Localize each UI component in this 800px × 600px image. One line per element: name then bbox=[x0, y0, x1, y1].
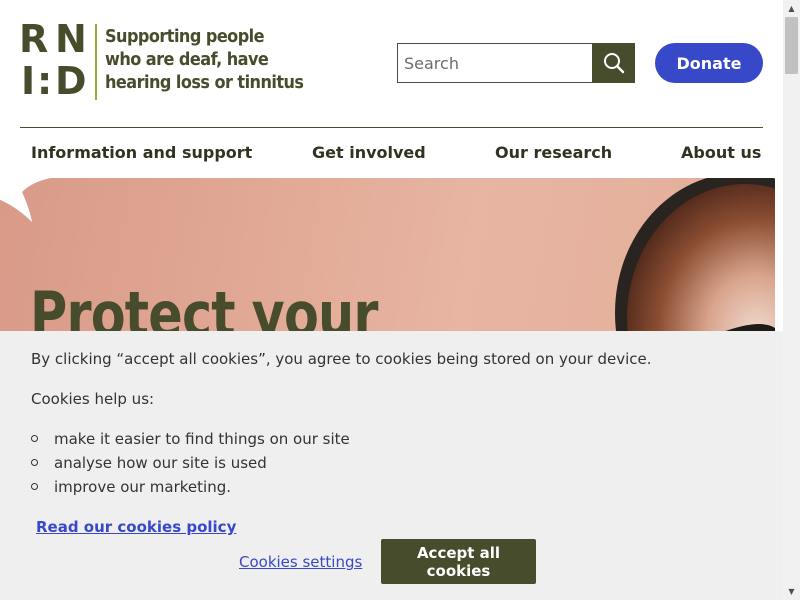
list-item: improve our marketing. bbox=[31, 477, 350, 501]
search-icon bbox=[603, 53, 624, 74]
tagline-line: who are deaf, have bbox=[105, 50, 269, 70]
bullet-icon bbox=[31, 483, 38, 490]
logo-mark: R N I : D bbox=[19, 20, 93, 104]
hero-banner: Protect your bbox=[0, 178, 775, 338]
logo-tagline: Supporting people who are deaf, have hea… bbox=[105, 26, 304, 95]
cookies-settings-link[interactable]: Cookies settings bbox=[239, 553, 362, 571]
list-item-text: make it easier to find things on our sit… bbox=[54, 430, 350, 448]
logo-letter-i: I bbox=[21, 59, 36, 103]
cookies-policy-link[interactable]: Read our cookies policy bbox=[36, 518, 236, 536]
list-item: analyse how our site is used bbox=[31, 453, 350, 477]
list-item-text: improve our marketing. bbox=[54, 478, 232, 496]
page: R N I : D Supporting people who are deaf… bbox=[0, 0, 800, 600]
nav-item-about-us[interactable]: About us bbox=[681, 140, 761, 166]
donate-button[interactable]: Donate bbox=[655, 43, 763, 83]
nav-item-get-involved[interactable]: Get involved bbox=[312, 140, 426, 166]
logo-colon: : bbox=[37, 59, 53, 103]
search-button[interactable] bbox=[592, 43, 635, 83]
search-form bbox=[397, 43, 635, 83]
hero-title: Protect your bbox=[30, 278, 378, 339]
cookie-purpose-list: make it easier to find things on our sit… bbox=[31, 429, 350, 501]
scrollbar-thumb[interactable] bbox=[785, 17, 798, 74]
list-item: make it easier to find things on our sit… bbox=[31, 429, 350, 453]
logo-letter-d: D bbox=[55, 59, 87, 103]
scroll-up-arrow-icon[interactable]: ▲ bbox=[783, 0, 800, 17]
logo-divider bbox=[95, 24, 97, 100]
rnid-logo[interactable]: R N I : D Supporting people who are deaf… bbox=[19, 20, 304, 104]
search-input[interactable] bbox=[397, 43, 593, 83]
logo-letter-r: R bbox=[19, 17, 49, 61]
main-nav: Information and support Get involved Our… bbox=[20, 140, 763, 168]
tagline-line: hearing loss or tinnitus bbox=[105, 73, 304, 93]
cookie-help-heading: Cookies help us: bbox=[31, 390, 155, 408]
list-item-text: analyse how our site is used bbox=[54, 454, 267, 472]
site-header: R N I : D Supporting people who are deaf… bbox=[0, 0, 783, 178]
header-divider bbox=[20, 127, 763, 128]
bullet-icon bbox=[31, 435, 38, 442]
cookie-intro-text: By clicking “accept all cookies”, you ag… bbox=[31, 350, 652, 368]
nav-item-our-research[interactable]: Our research bbox=[495, 140, 612, 166]
nav-item-information-and-support[interactable]: Information and support bbox=[31, 140, 252, 166]
tagline-line: Supporting people bbox=[105, 27, 265, 47]
logo-letter-n: N bbox=[55, 17, 87, 61]
bullet-icon bbox=[31, 459, 38, 466]
vertical-scrollbar[interactable]: ▲ ▼ bbox=[783, 0, 800, 600]
cookie-banner: By clicking “accept all cookies”, you ag… bbox=[0, 331, 783, 600]
accept-all-cookies-button[interactable]: Accept all cookies bbox=[381, 539, 536, 584]
scroll-down-arrow-icon[interactable]: ▼ bbox=[783, 583, 800, 600]
